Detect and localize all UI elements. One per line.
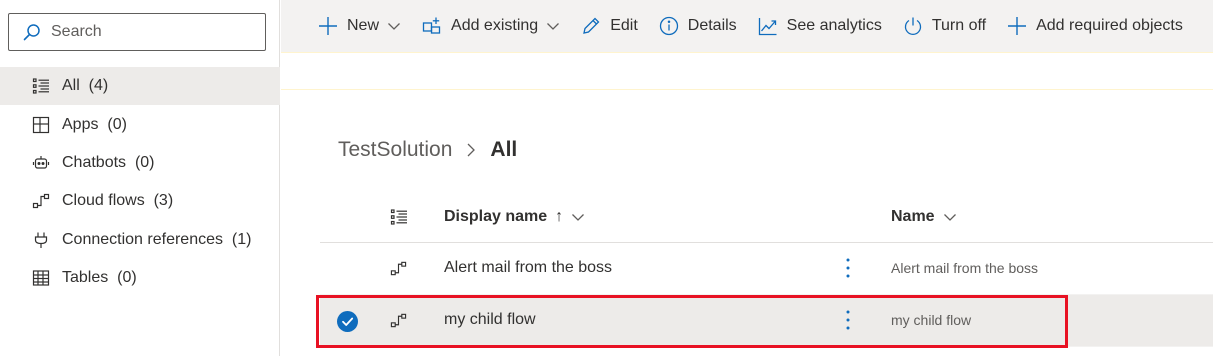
sidebar: Search All (4) Apps (0) Chatbots (0) Clo…	[0, 0, 280, 356]
sidebar-item-count: (3)	[153, 192, 174, 210]
sidebar-item-label: All	[62, 77, 80, 95]
plus-icon	[317, 15, 339, 37]
search-input[interactable]: Search	[51, 23, 102, 41]
command-bar: New Add existing Edit Details See analyt…	[281, 0, 1213, 52]
grid-header: Display name ↑ Name	[320, 195, 1213, 243]
chatbot-icon	[31, 153, 51, 173]
sidebar-item-label: Cloud flows	[62, 192, 145, 210]
sidebar-item-label: Tables	[62, 269, 109, 287]
power-icon	[902, 15, 924, 37]
plus-icon	[1006, 15, 1028, 37]
sidebar-item-count: (0)	[134, 153, 155, 171]
search-icon	[23, 23, 41, 41]
breadcrumb: TestSolution All	[338, 138, 517, 162]
edit-button[interactable]: Edit	[580, 15, 638, 37]
sidebar-item-label: Chatbots	[62, 153, 127, 171]
turn-off-button[interactable]: Turn off	[902, 15, 986, 37]
sidebar-item-count: (4)	[88, 77, 109, 95]
search-box[interactable]: Search	[8, 13, 266, 51]
chevron-down-icon	[943, 214, 956, 221]
pencil-icon	[580, 15, 602, 37]
sidebar-item-label: Apps	[62, 115, 99, 133]
sidebar-item-label: Connection references	[62, 230, 223, 248]
flow-icon	[390, 261, 407, 276]
breadcrumb-current: All	[490, 138, 518, 161]
sidebar-item-count: (0)	[117, 269, 137, 287]
edit-label: Edit	[610, 17, 638, 34]
column-header-display-name[interactable]: Display name ↑	[444, 208, 585, 226]
sidebar-item-connection-references[interactable]: Connection references (1)	[0, 221, 280, 259]
add-existing-icon	[421, 15, 443, 37]
analytics-icon	[757, 15, 779, 37]
notification-strip	[281, 52, 1213, 90]
sidebar-item-count: (0)	[107, 115, 127, 133]
turn-off-label: Turn off	[931, 17, 987, 34]
sidebar-item-chatbots[interactable]: Chatbots (0)	[0, 144, 280, 182]
flow-icon	[31, 191, 51, 211]
see-analytics-button[interactable]: See analytics	[757, 15, 882, 37]
highlight-box	[316, 295, 1068, 348]
add-existing-label: Add existing	[451, 17, 539, 34]
column-header-name[interactable]: Name	[891, 208, 957, 226]
add-required-objects-label: Add required objects	[1036, 17, 1183, 34]
chevron-down-icon	[572, 214, 585, 221]
new-button[interactable]: New	[317, 15, 401, 37]
chevron-down-icon[interactable]	[546, 19, 560, 33]
row-display-name[interactable]: Alert mail from the boss	[444, 259, 612, 277]
chevron-down-icon[interactable]	[387, 19, 401, 33]
chevron-right-icon	[467, 143, 476, 157]
details-label: Details	[687, 17, 737, 34]
list-icon[interactable]	[390, 208, 408, 226]
sort-ascending-icon: ↑	[555, 208, 564, 225]
details-button[interactable]: Details	[658, 15, 737, 37]
sidebar-item-all[interactable]: All (4)	[0, 67, 280, 106]
sidebar-item-tables[interactable]: Tables (0)	[0, 259, 280, 297]
plug-icon	[31, 230, 51, 250]
new-label: New	[347, 17, 380, 34]
column-header-label: Name	[891, 208, 935, 225]
see-analytics-label: See analytics	[786, 17, 882, 34]
row-name: Alert mail from the boss	[891, 260, 1039, 276]
table-icon	[31, 268, 51, 288]
sidebar-item-apps[interactable]: Apps (0)	[0, 105, 280, 143]
list-icon	[31, 76, 51, 96]
sidebar-item-cloud-flows[interactable]: Cloud flows (3)	[0, 182, 280, 220]
breadcrumb-parent[interactable]: TestSolution	[338, 138, 452, 162]
sidebar-nav: All (4) Apps (0) Chatbots (0) Cloud flow…	[0, 67, 280, 297]
add-required-objects-button[interactable]: Add required objects	[1006, 15, 1183, 37]
apps-icon	[31, 115, 51, 135]
add-existing-button[interactable]: Add existing	[421, 15, 560, 37]
info-icon	[658, 15, 680, 37]
table-row[interactable]: Alert mail from the boss Alert mail from…	[320, 243, 1213, 295]
column-header-label: Display name	[444, 208, 548, 225]
sidebar-item-count: (1)	[231, 230, 252, 248]
more-options-icon[interactable]	[842, 257, 854, 279]
